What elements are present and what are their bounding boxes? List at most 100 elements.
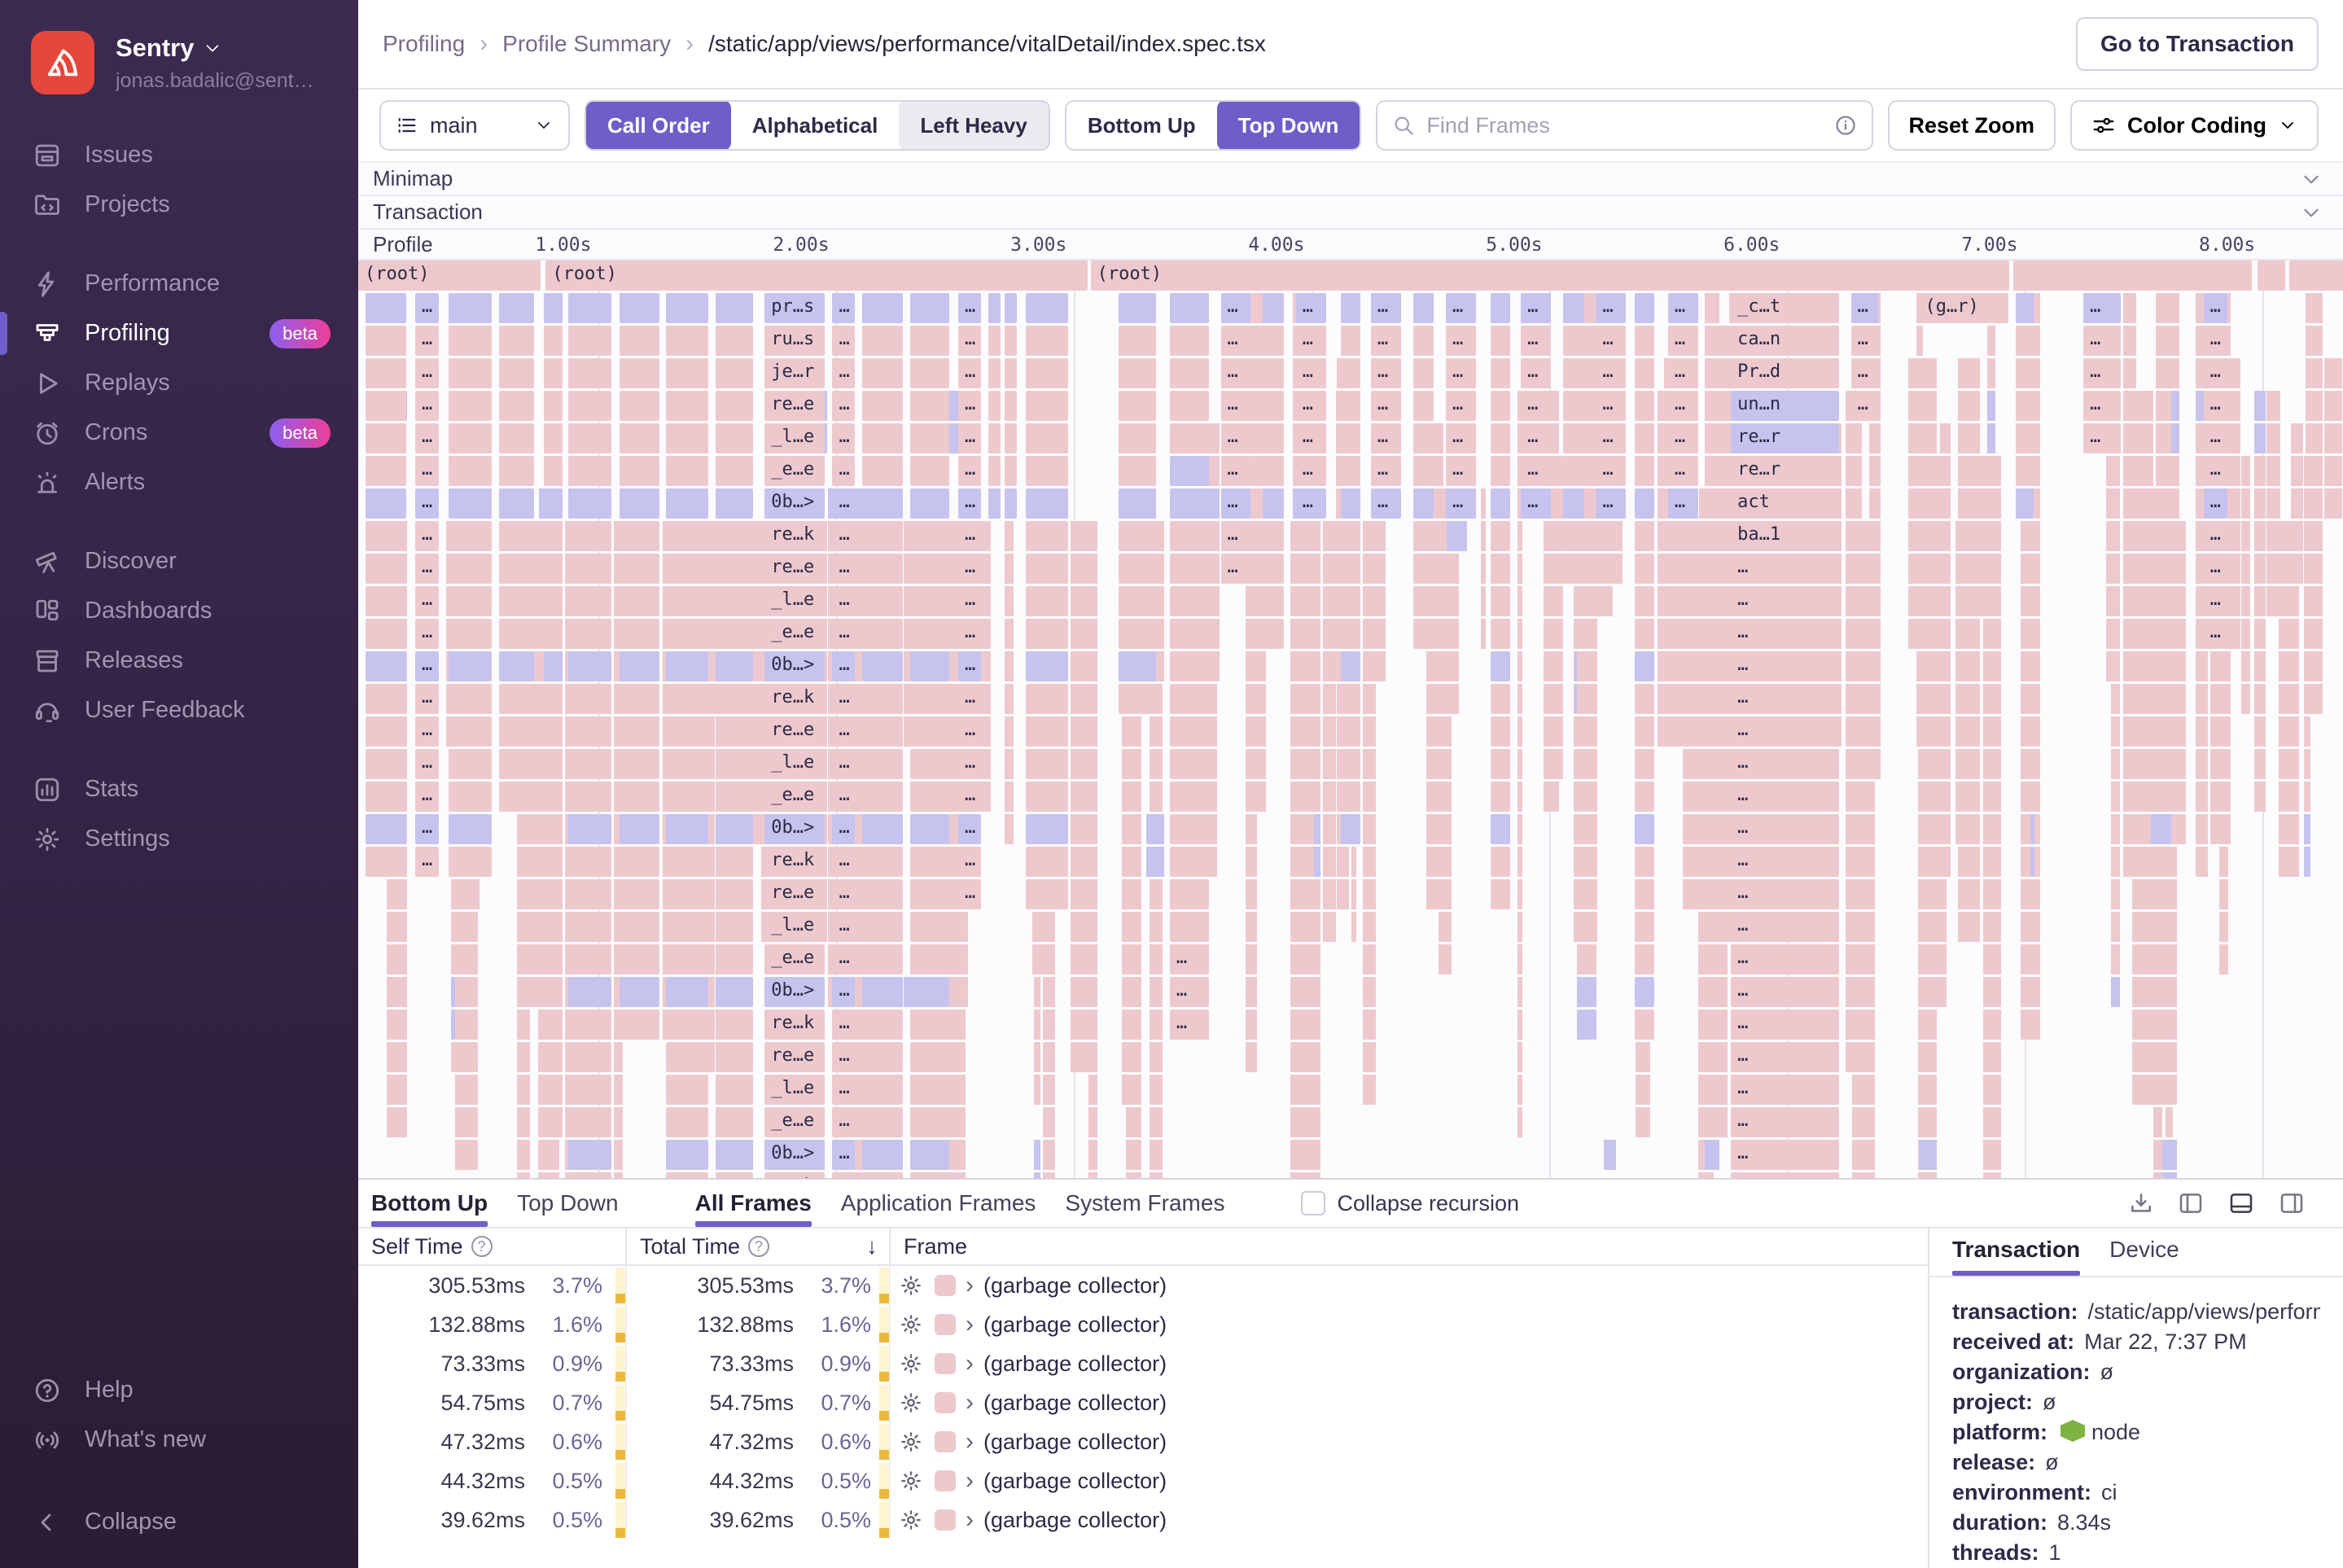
flame-cell[interactable]: … [832,1042,855,1072]
flame-cell[interactable]: … [1667,391,1698,421]
flame-cell[interactable] [665,619,708,649]
flame-cell[interactable] [448,358,493,388]
flame-cell[interactable]: … [1446,423,1476,453]
flame-cell[interactable] [619,293,660,323]
flame-cell[interactable]: … [1731,684,1839,714]
flame-cell[interactable] [544,684,563,714]
flame-cell[interactable] [567,749,612,779]
flame-cell[interactable] [1119,619,1157,649]
table-row[interactable]: 73.33ms 0.9% 73.33ms 0.9% › (garbage collecto… [358,1344,1928,1383]
flame-cell[interactable] [1119,586,1157,616]
flame-cell[interactable]: … [1667,358,1698,388]
frame-cell[interactable]: › (garbage collector) [935,1266,1928,1305]
flame-cell[interactable]: … [958,716,981,747]
flame-cell[interactable]: … [1446,488,1476,519]
self-time-header[interactable]: Self Time? [358,1229,627,1264]
flame-cell[interactable] [1412,554,1434,584]
flame-cell[interactable]: re…k [764,684,825,714]
flame-cell[interactable]: … [1521,358,1551,388]
flame-cell[interactable]: … [1596,423,1627,453]
flame-cell[interactable]: … [1731,651,1839,681]
flame-cell[interactable] [366,814,406,844]
flame-cell[interactable]: … [414,521,440,551]
flame-cell[interactable]: … [414,391,440,421]
flame-cell[interactable] [1169,391,1209,421]
flame-cell[interactable] [499,326,534,356]
flame-cell[interactable]: … [1370,423,1401,453]
sidebar-collapse-button[interactable]: Collapse [0,1497,358,1547]
flame-cell[interactable] [715,1140,753,1170]
frame-cell[interactable]: › (garbage collector) [935,1422,1928,1461]
flame-cell[interactable]: … [832,1107,855,1137]
flame-cell[interactable]: … [1731,619,1839,649]
flame-cell[interactable]: … [1295,423,1326,453]
tab-bottom-up[interactable]: Bottom Up [371,1180,488,1227]
flame-cell[interactable] [1491,391,1511,421]
flame-cell[interactable] [910,1042,950,1072]
flame-cell[interactable] [1005,391,1017,421]
flame-cell[interactable] [665,456,708,486]
flame-cell[interactable]: … [832,554,855,584]
flame-cell[interactable] [544,488,563,519]
thread-select[interactable]: main [379,100,570,151]
flame-cell[interactable] [1341,358,1360,388]
flame-cell[interactable] [1169,586,1209,616]
flame-cell[interactable] [619,944,660,975]
flame-cell[interactable]: _e…e [764,456,825,486]
frame-cell[interactable]: › (garbage collector) [935,1344,1928,1383]
flame-cell[interactable]: … [2203,488,2228,519]
expand-chevron-icon[interactable]: › [966,1350,974,1377]
flame-cell[interactable]: … [1850,391,1878,421]
flame-cell[interactable] [544,456,563,486]
flame-cell[interactable]: … [958,521,981,551]
flame-cell[interactable] [665,749,708,779]
flame-cell[interactable] [910,651,950,681]
flame-cell[interactable]: … [1596,358,1627,388]
flame-cell[interactable] [1635,456,1654,486]
flame-cell[interactable]: … [414,293,440,323]
flame-cell[interactable]: … [414,423,440,453]
flame-cell[interactable]: … [1596,293,1627,323]
flame-cell[interactable]: … [1596,488,1627,519]
flame-cell[interactable]: … [1731,977,1839,1007]
flame-cell[interactable] [1562,554,1584,584]
flame-cell[interactable] [1562,488,1584,519]
expand-chevron-icon[interactable]: › [966,1506,974,1534]
flame-cell[interactable]: … [958,456,981,486]
flame-cell[interactable] [1341,521,1360,551]
flame-cell[interactable]: … [832,944,855,975]
flame-cell[interactable]: … [832,358,855,388]
flame-cell[interactable]: … [414,814,440,844]
segment-call-order[interactable]: Call Order [586,102,731,149]
flame-cell[interactable] [1263,521,1285,551]
flame-cell[interactable] [862,1107,903,1137]
flame-cell[interactable] [567,1140,612,1170]
details-tab-transaction[interactable]: Transaction [1952,1237,2081,1276]
flame-cell[interactable] [910,814,950,844]
layout-left-icon[interactable] [2177,1190,2205,1216]
flame-cell[interactable] [910,749,950,779]
flame-cell[interactable] [910,847,950,877]
flame-cell[interactable] [1169,521,1209,551]
flame-cell[interactable] [1169,554,1209,584]
flame-cell[interactable] [862,1172,903,1178]
tab-application-frames[interactable]: Application Frames [841,1180,1036,1227]
flame-cell[interactable] [1169,684,1209,714]
flame-cell[interactable]: _l…e [764,912,825,942]
flame-cell[interactable] [1341,326,1360,356]
flame-cell[interactable] [910,423,950,453]
flame-cell[interactable]: … [832,293,855,323]
flame-cell[interactable] [862,944,903,975]
flame-cell[interactable] [1169,488,1209,519]
flame-cell[interactable]: re…k [764,1010,825,1040]
flame-cell[interactable]: … [1220,358,1251,388]
flame-cell[interactable]: … [1731,749,1839,779]
frame-cell[interactable]: › (garbage collector) [935,1383,1928,1422]
flame-cell[interactable] [1562,423,1584,453]
flame-cell[interactable] [448,391,493,421]
flame-cell[interactable]: … [2083,358,2122,388]
flame-cell[interactable] [1635,586,1654,616]
flame-cell[interactable] [448,293,493,323]
expand-chevron-icon[interactable]: › [966,1389,974,1417]
flame-cell[interactable] [1635,716,1654,747]
